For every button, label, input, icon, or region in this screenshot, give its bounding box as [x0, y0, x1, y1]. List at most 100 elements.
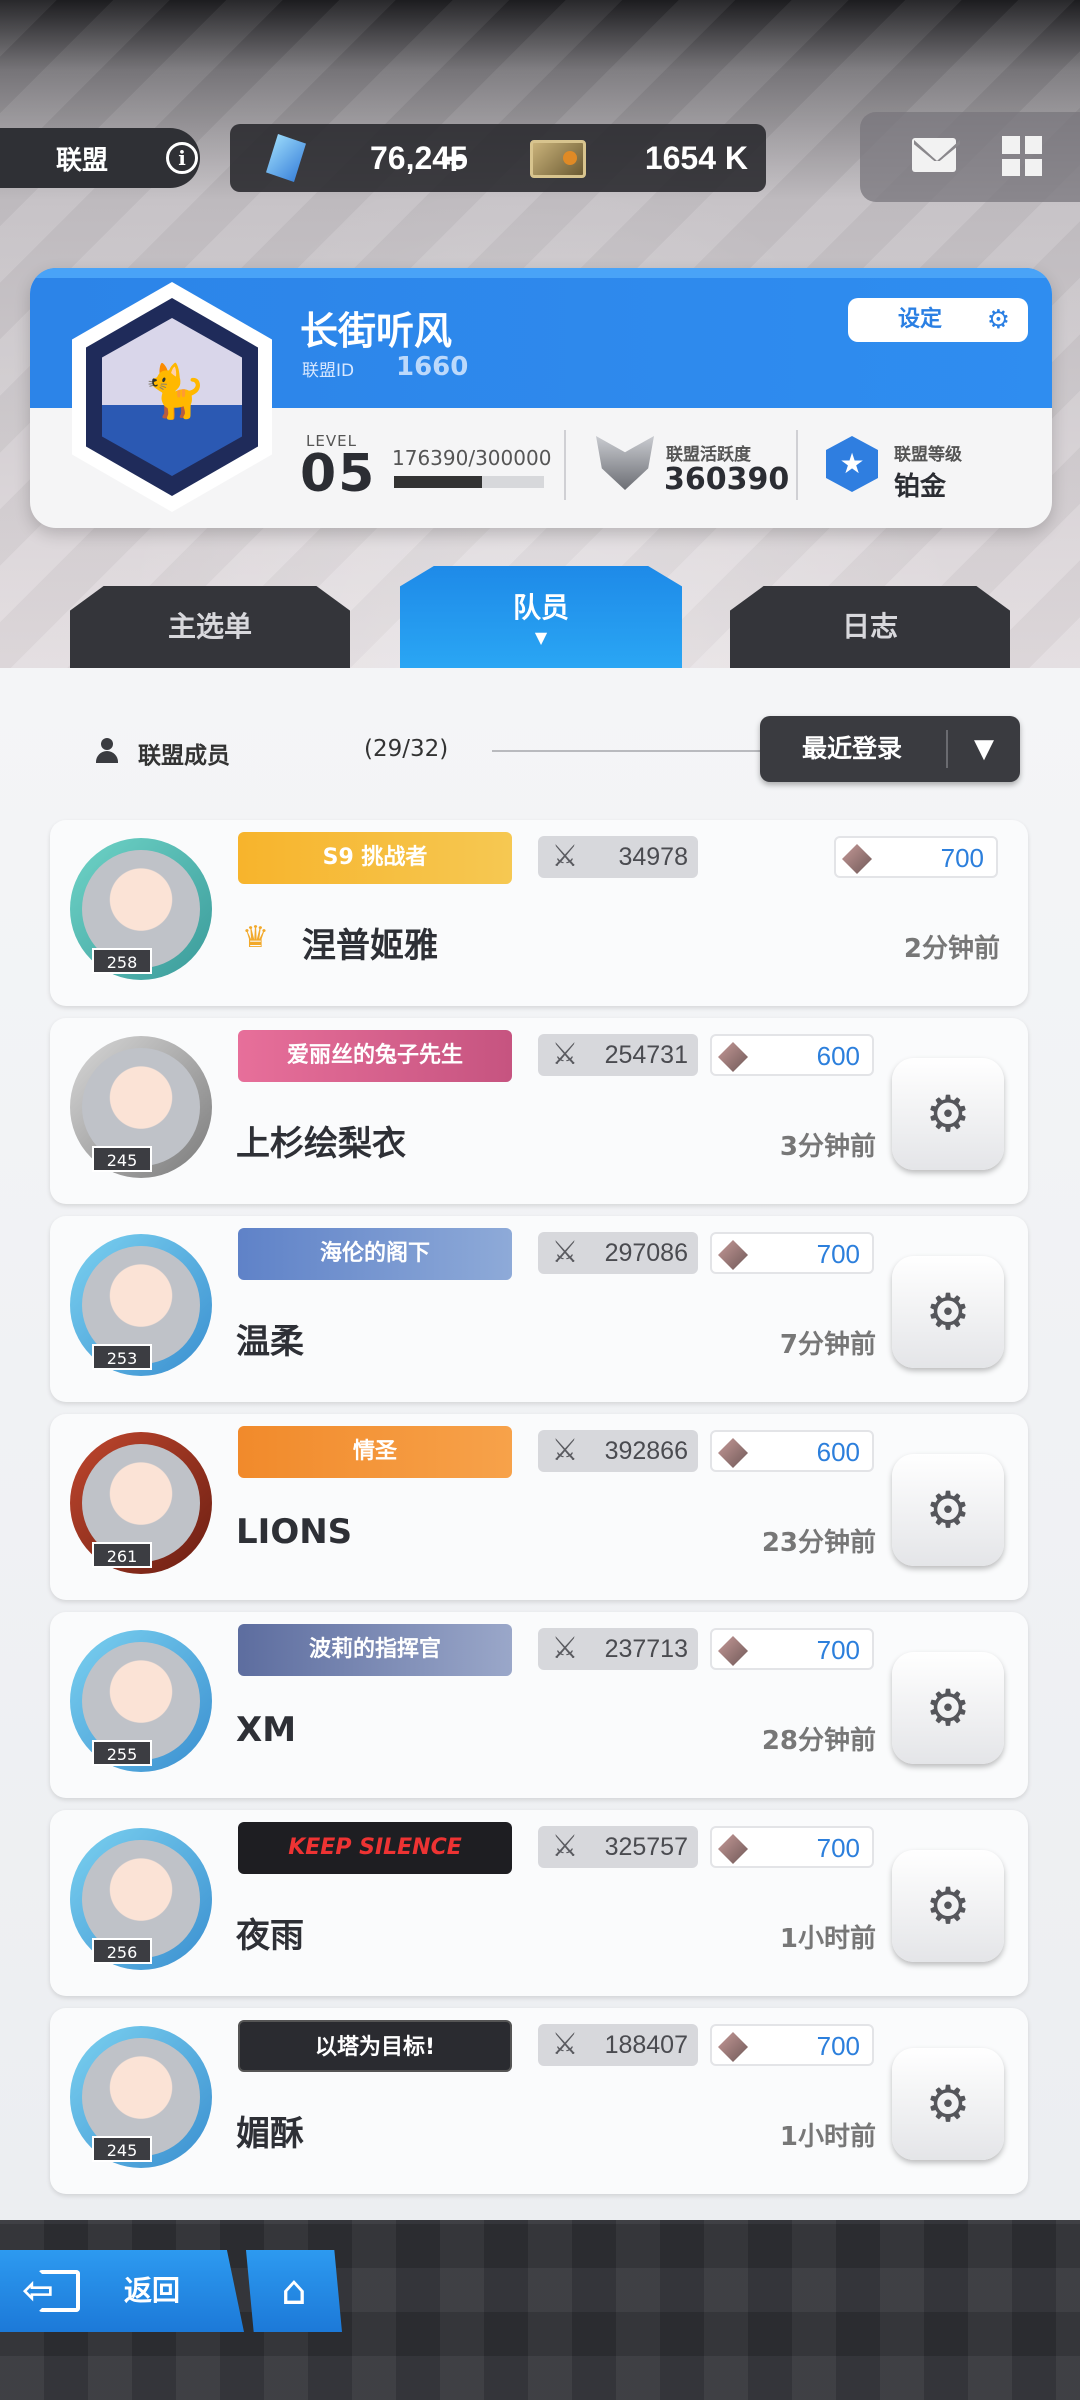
divider	[564, 430, 566, 500]
member-name: 涅普姬雅	[302, 926, 438, 966]
member-power-value: 34978	[618, 843, 688, 871]
crossed-swords-icon: ⚔	[551, 1829, 579, 1864]
mail-icon[interactable]	[912, 138, 956, 172]
gear-icon: ⚙	[925, 1085, 971, 1143]
tab-main-menu[interactable]: 主选单	[70, 586, 350, 668]
member-manage-button[interactable]: ⚙	[892, 1454, 1004, 1566]
members-label: 联盟成员	[138, 743, 230, 769]
member-power: ⚔ 392866	[538, 1430, 698, 1472]
union-exp-fill	[394, 476, 483, 488]
credit-icon	[530, 140, 586, 178]
member-last-login: 23分钟前	[761, 1528, 876, 1558]
member-contribution-value: 700	[816, 1239, 860, 1269]
tab-members[interactable]: 队员 ▼	[400, 566, 682, 668]
diamond-icon	[718, 1636, 748, 1666]
member-contribution-value: 700	[816, 1635, 860, 1665]
member-manage-button[interactable]: ⚙	[892, 2048, 1004, 2160]
union-settings-button[interactable]: 设定 ⚙	[848, 298, 1028, 342]
member-last-login: 3分钟前	[779, 1132, 876, 1162]
member-power-value: 392866	[604, 1437, 688, 1465]
member-row[interactable]: 245 爱丽丝的兔子先生 ⚔ 254731 600 上杉绘梨衣 3分钟前 ⚙	[50, 1018, 1028, 1204]
sort-label: 最近登录	[802, 734, 903, 763]
union-id: 1660	[396, 352, 469, 382]
activity-icon	[596, 436, 654, 490]
member-row[interactable]: 256 KEEP SILENCE ⚔ 325757 700 夜雨 1小时前 ⚙	[50, 1810, 1028, 1996]
member-level: 253	[92, 1344, 152, 1370]
member-contribution: 700	[834, 836, 998, 878]
member-last-login: 1小时前	[779, 1924, 876, 1954]
member-manage-button[interactable]: ⚙	[892, 1256, 1004, 1368]
member-title-banner: S9 挑战者	[238, 832, 512, 884]
gear-icon: ⚙	[925, 2075, 971, 2133]
member-name: LIONS	[236, 1512, 353, 1552]
caret-down-icon: ▼	[534, 628, 548, 647]
member-contribution-value: 700	[816, 1833, 860, 1863]
member-manage-button[interactable]: ⚙	[892, 1652, 1004, 1764]
crossed-swords-icon: ⚔	[551, 2027, 579, 2062]
union-card: 🐈 长街听风 联盟ID 1660 设定 ⚙ LEVEL 05 176390/30…	[30, 268, 1052, 528]
member-title-banner: KEEP SILENCE	[238, 1822, 512, 1874]
member-contribution: 700	[710, 1628, 874, 1670]
member-power-value: 188407	[604, 2031, 688, 2059]
member-level: 258	[92, 948, 152, 974]
top-right-menu	[860, 112, 1080, 202]
diamond-icon	[718, 1240, 748, 1270]
diamond-icon	[718, 1438, 748, 1468]
member-contribution: 700	[710, 2024, 874, 2066]
crossed-swords-icon: ⚔	[551, 1235, 579, 1270]
crossed-swords-icon: ⚔	[551, 1631, 579, 1666]
union-exp-bar	[394, 476, 544, 488]
union-name: 长街听风	[300, 309, 453, 353]
crossed-swords-icon: ⚔	[551, 1037, 579, 1072]
member-title-banner: 爱丽丝的兔子先生	[238, 1030, 512, 1082]
member-power: ⚔ 325757	[538, 1826, 698, 1868]
diamond-icon	[718, 1834, 748, 1864]
sort-dropdown[interactable]: 最近登录 ▼	[760, 716, 1020, 782]
member-title-banner: 情圣	[238, 1426, 512, 1478]
info-icon[interactable]: i	[166, 142, 198, 174]
member-manage-button[interactable]: ⚙	[892, 1850, 1004, 1962]
member-row[interactable]: 258 S9 挑战者 ⚔ 34978 700 ♛ 涅普姬雅 2分钟前	[50, 820, 1028, 1006]
grid-menu-icon[interactable]	[1002, 136, 1042, 176]
home-button[interactable]: ⌂	[246, 2250, 342, 2332]
member-level: 245	[92, 1146, 152, 1172]
member-manage-button[interactable]: ⚙	[892, 1058, 1004, 1170]
exit-icon	[22, 2262, 80, 2318]
member-last-login: 28分钟前	[761, 1726, 876, 1756]
tab-log[interactable]: 日志	[730, 586, 1010, 668]
diamond-icon	[842, 844, 872, 874]
diamond-icon	[718, 2032, 748, 2062]
member-contribution-value: 600	[816, 1437, 860, 1467]
member-power: ⚔ 188407	[538, 2024, 698, 2066]
member-row[interactable]: 253 海伦的阁下 ⚔ 297086 700 温柔 7分钟前 ⚙	[50, 1216, 1028, 1402]
crown-icon: ♛	[242, 920, 269, 955]
back-button[interactable]: 返回	[0, 2250, 244, 2332]
gear-icon: ⚙	[925, 1877, 971, 1935]
union-level: 05	[300, 444, 377, 504]
member-level: 256	[92, 1938, 152, 1964]
member-last-login: 2分钟前	[903, 934, 1000, 964]
member-level: 261	[92, 1542, 152, 1568]
home-icon: ⌂	[281, 2268, 307, 2314]
member-row[interactable]: 261 情圣 ⚔ 392866 600 LIONS 23分钟前 ⚙	[50, 1414, 1028, 1600]
member-power-value: 325757	[604, 1833, 688, 1861]
member-power-value: 297086	[604, 1239, 688, 1267]
member-power: ⚔ 254731	[538, 1034, 698, 1076]
union-exp-text: 176390/300000	[392, 446, 552, 470]
member-name: 温柔	[236, 1322, 304, 1362]
member-contribution: 700	[710, 1826, 874, 1868]
divider	[796, 430, 798, 500]
settings-label: 设定	[898, 307, 943, 332]
member-title-banner: 以塔为目标!	[238, 2020, 512, 2072]
member-name: 上杉绘梨衣	[236, 1124, 406, 1164]
member-title-banner: 波莉的指挥官	[238, 1624, 512, 1676]
back-label: 返回	[124, 2274, 181, 2307]
gear-icon: ⚙	[925, 1283, 971, 1341]
add-gems-button[interactable]: +	[438, 136, 470, 180]
member-row[interactable]: 245 以塔为目标! ⚔ 188407 700 媚酥 1小时前 ⚙	[50, 2008, 1028, 2194]
member-power: ⚔ 237713	[538, 1628, 698, 1670]
member-contribution-value: 700	[940, 843, 984, 873]
member-row[interactable]: 255 波莉的指挥官 ⚔ 237713 700 XM 28分钟前 ⚙	[50, 1612, 1028, 1798]
members-icon	[96, 738, 122, 764]
member-last-login: 7分钟前	[779, 1330, 876, 1360]
